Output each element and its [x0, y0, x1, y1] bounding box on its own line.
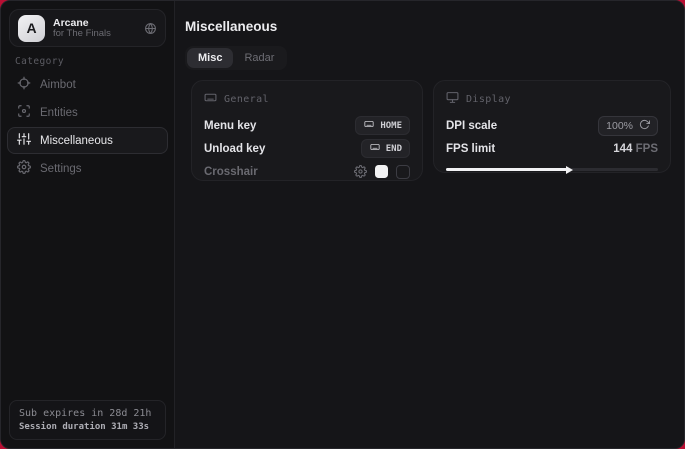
session-duration-text: Session duration 31m 33s	[19, 422, 156, 432]
app-logo: A	[18, 15, 45, 42]
display-card-title: Display	[466, 94, 511, 105]
monitor-icon	[446, 91, 459, 107]
tab-radar[interactable]: Radar	[233, 48, 285, 68]
sidebar-item-settings[interactable]: Settings	[7, 155, 168, 182]
subscription-info: Sub expires in 28d 21h Session duration …	[9, 400, 166, 440]
fps-number: 144	[613, 143, 632, 155]
sub-expiry-text: Sub expires in 28d 21h	[19, 408, 156, 419]
refresh-icon	[639, 119, 650, 133]
page-title: Miscellaneous	[185, 19, 277, 34]
sidebar: A Arcane for The Finals Category Aimbot	[1, 1, 175, 448]
sidebar-item-label: Settings	[40, 163, 82, 175]
crosshair-controls	[354, 165, 410, 179]
app-window: A Arcane for The Finals Category Aimbot	[0, 0, 685, 449]
fps-limit-value: 144 FPS	[613, 143, 658, 155]
globe-icon[interactable]	[144, 22, 157, 35]
sidebar-item-label: Miscellaneous	[40, 135, 113, 147]
general-card-header: General	[204, 91, 410, 107]
sidebar-nav: Aimbot Entities Miscellaneous Settings	[7, 71, 168, 183]
sidebar-item-label: Aimbot	[40, 79, 76, 91]
gear-icon[interactable]	[354, 165, 367, 178]
keyboard-icon	[363, 119, 375, 132]
dpi-scale-value: 100%	[606, 120, 633, 132]
dpi-scale-label: DPI scale	[446, 120, 497, 132]
menu-key-label: Menu key	[204, 120, 256, 132]
fps-limit-row: FPS limit 144 FPS	[446, 137, 658, 160]
keyboard-icon	[204, 91, 217, 107]
sliders-icon	[17, 132, 31, 149]
menu-key-button[interactable]: HOME	[355, 116, 410, 135]
crosshair-row: Crosshair	[204, 160, 410, 183]
sidebar-item-label: Entities	[40, 107, 78, 119]
tab-misc[interactable]: Misc	[187, 48, 233, 68]
fps-limit-label: FPS limit	[446, 143, 495, 155]
scan-icon	[17, 104, 31, 121]
app-title: Arcane	[53, 17, 144, 29]
sidebar-item-entities[interactable]: Entities	[7, 99, 168, 126]
unload-key-button[interactable]: END	[361, 139, 410, 158]
keyboard-icon	[369, 142, 381, 155]
unload-key-row: Unload key END	[204, 137, 410, 160]
display-card: Display DPI scale 100% FPS limit 144 FPS	[433, 80, 671, 173]
dpi-scale-control[interactable]: 100%	[598, 116, 658, 136]
app-header: A Arcane for The Finals	[9, 9, 166, 47]
fps-limit-slider[interactable]	[446, 168, 658, 171]
sidebar-item-miscellaneous[interactable]: Miscellaneous	[7, 127, 168, 154]
gear-icon	[17, 160, 31, 177]
menu-key-value: HOME	[380, 121, 402, 131]
crosshair-icon	[17, 76, 31, 93]
sidebar-item-aimbot[interactable]: Aimbot	[7, 71, 168, 98]
app-subtitle: for The Finals	[53, 29, 144, 40]
main-content: Miscellaneous Misc Radar General Menu ke…	[176, 1, 684, 448]
crosshair-label: Crosshair	[204, 166, 258, 178]
crosshair-checkbox[interactable]	[396, 165, 410, 179]
crosshair-color-swatch[interactable]	[375, 165, 388, 178]
category-label: Category	[15, 56, 64, 67]
app-titles: Arcane for The Finals	[53, 17, 144, 40]
general-card-title: General	[224, 94, 269, 105]
general-card: General Menu key HOME Unload key END	[191, 80, 423, 181]
display-card-header: Display	[446, 91, 658, 107]
menu-key-row: Menu key HOME	[204, 114, 410, 137]
tab-bar: Misc Radar	[185, 46, 287, 70]
unload-key-label: Unload key	[204, 143, 265, 155]
fps-unit: FPS	[636, 143, 658, 155]
unload-key-value: END	[386, 144, 402, 154]
dpi-scale-row: DPI scale 100%	[446, 114, 658, 137]
fps-slider-fill	[446, 168, 567, 171]
